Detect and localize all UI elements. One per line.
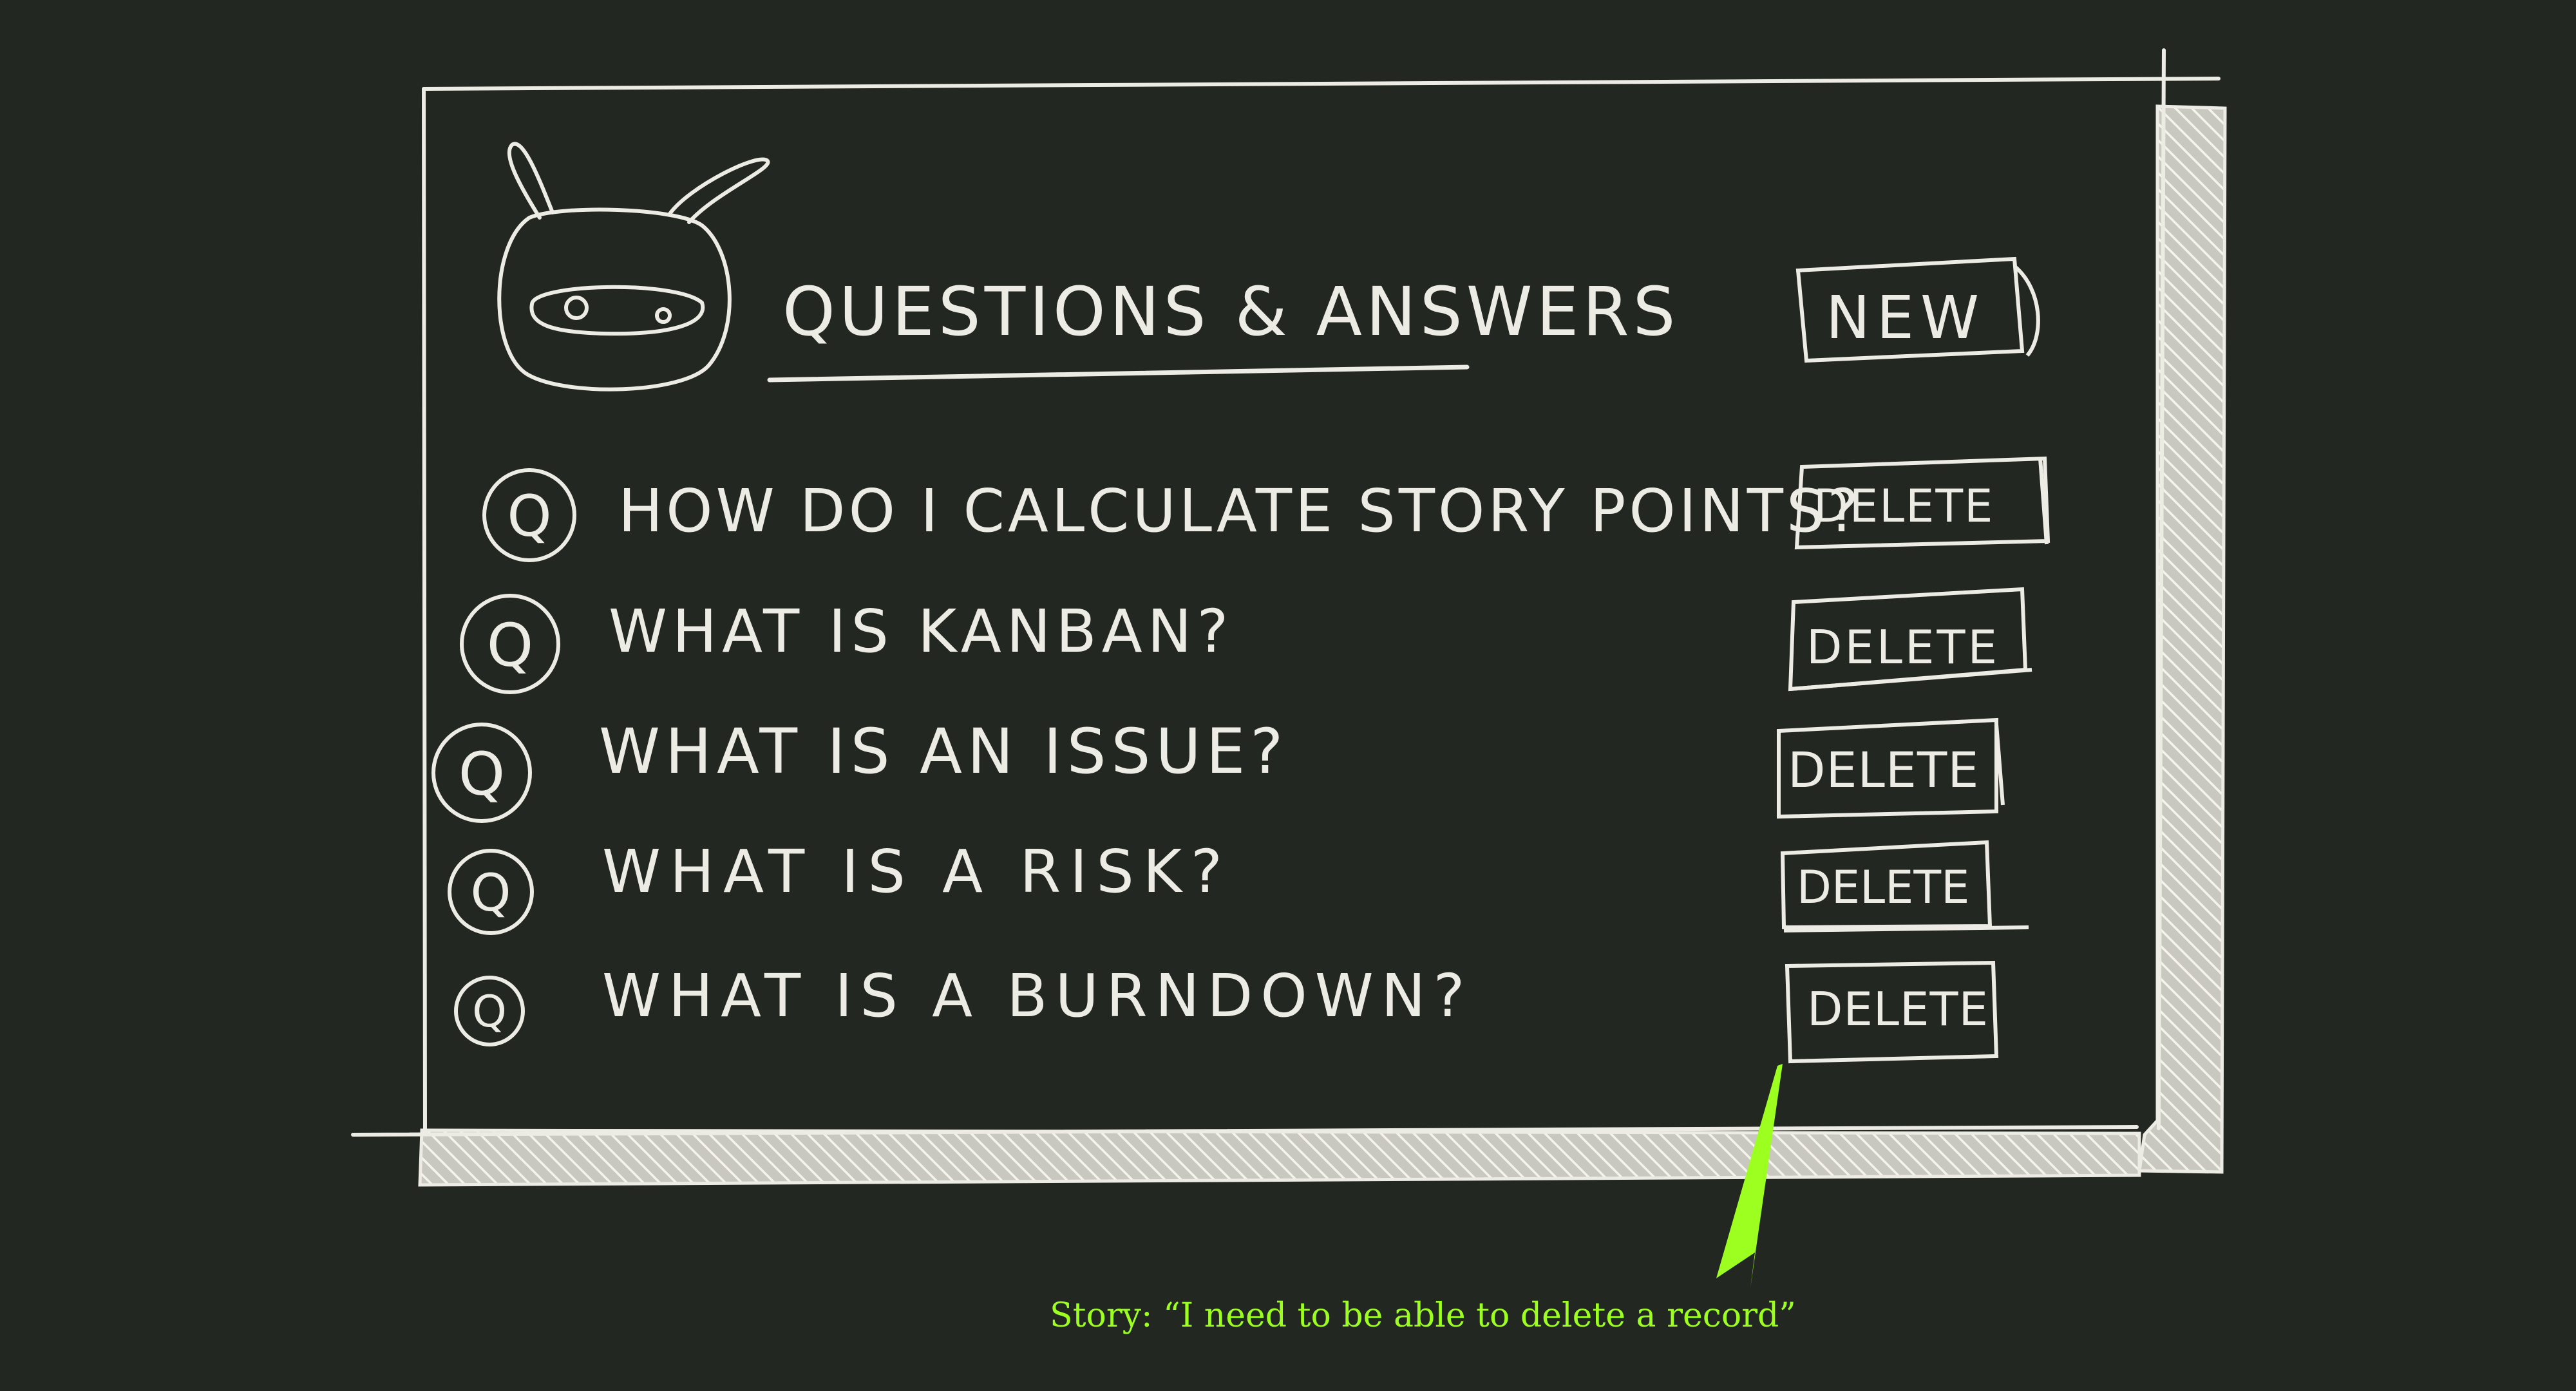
- list-item: Q WHAT IS AN ISSUE? DELETE: [431, 715, 2005, 823]
- list-item: Q WHAT IS KANBAN? DELETE: [460, 587, 2032, 694]
- question-text[interactable]: WHAT IS KANBAN?: [609, 597, 1233, 666]
- question-badge-label: Q: [459, 740, 505, 809]
- question-badge-label: Q: [472, 987, 507, 1037]
- delete-button[interactable]: DELETE: [1788, 587, 2032, 692]
- delete-button-label: DELETE: [1806, 620, 2000, 674]
- delete-button[interactable]: DELETE: [1777, 717, 2005, 819]
- question-list: Q HOW DO I CALCULATE STORY POINTS? DELET…: [431, 456, 2050, 1064]
- question-badge-label: Q: [507, 483, 551, 549]
- delete-button-label: DELETE: [1814, 480, 1994, 533]
- question-text[interactable]: WHAT IS A BURNDOWN?: [602, 961, 1472, 1030]
- question-text[interactable]: WHAT IS AN ISSUE?: [599, 715, 1288, 788]
- delete-button[interactable]: DELETE: [1785, 960, 1999, 1064]
- annotation-text: Story: “I need to be able to delete a re…: [1050, 1296, 1796, 1335]
- question-text[interactable]: HOW DO I CALCULATE STORY POINTS?: [618, 477, 1862, 545]
- question-badge-label: Q: [471, 863, 511, 923]
- page-title: QUESTIONS & ANSWERS: [782, 272, 1680, 351]
- story-annotation: Story: “I need to be able to delete a re…: [1050, 1064, 1796, 1335]
- new-button[interactable]: NEW: [1795, 256, 2040, 363]
- question-text[interactable]: WHAT IS A RISK?: [602, 837, 1231, 906]
- list-item: Q WHAT IS A BURNDOWN? DELETE: [454, 960, 1999, 1064]
- ninja-bunny-icon: [497, 142, 770, 392]
- question-badge-label: Q: [487, 611, 533, 680]
- delete-button-label: DELETE: [1797, 861, 1969, 914]
- delete-button[interactable]: DELETE: [1780, 840, 2029, 932]
- delete-button-label: DELETE: [1807, 982, 1989, 1036]
- list-item: Q HOW DO I CALCULATE STORY POINTS? DELET…: [482, 456, 2050, 562]
- delete-button-label: DELETE: [1788, 741, 1979, 799]
- title-underline: [767, 364, 1470, 383]
- sketch-canvas: QUESTIONS & ANSWERS NEW Q HOW DO I CALCU…: [351, 48, 2227, 1335]
- new-button-label: NEW: [1826, 283, 1985, 352]
- list-item: Q WHAT IS A RISK? DELETE: [448, 837, 2029, 935]
